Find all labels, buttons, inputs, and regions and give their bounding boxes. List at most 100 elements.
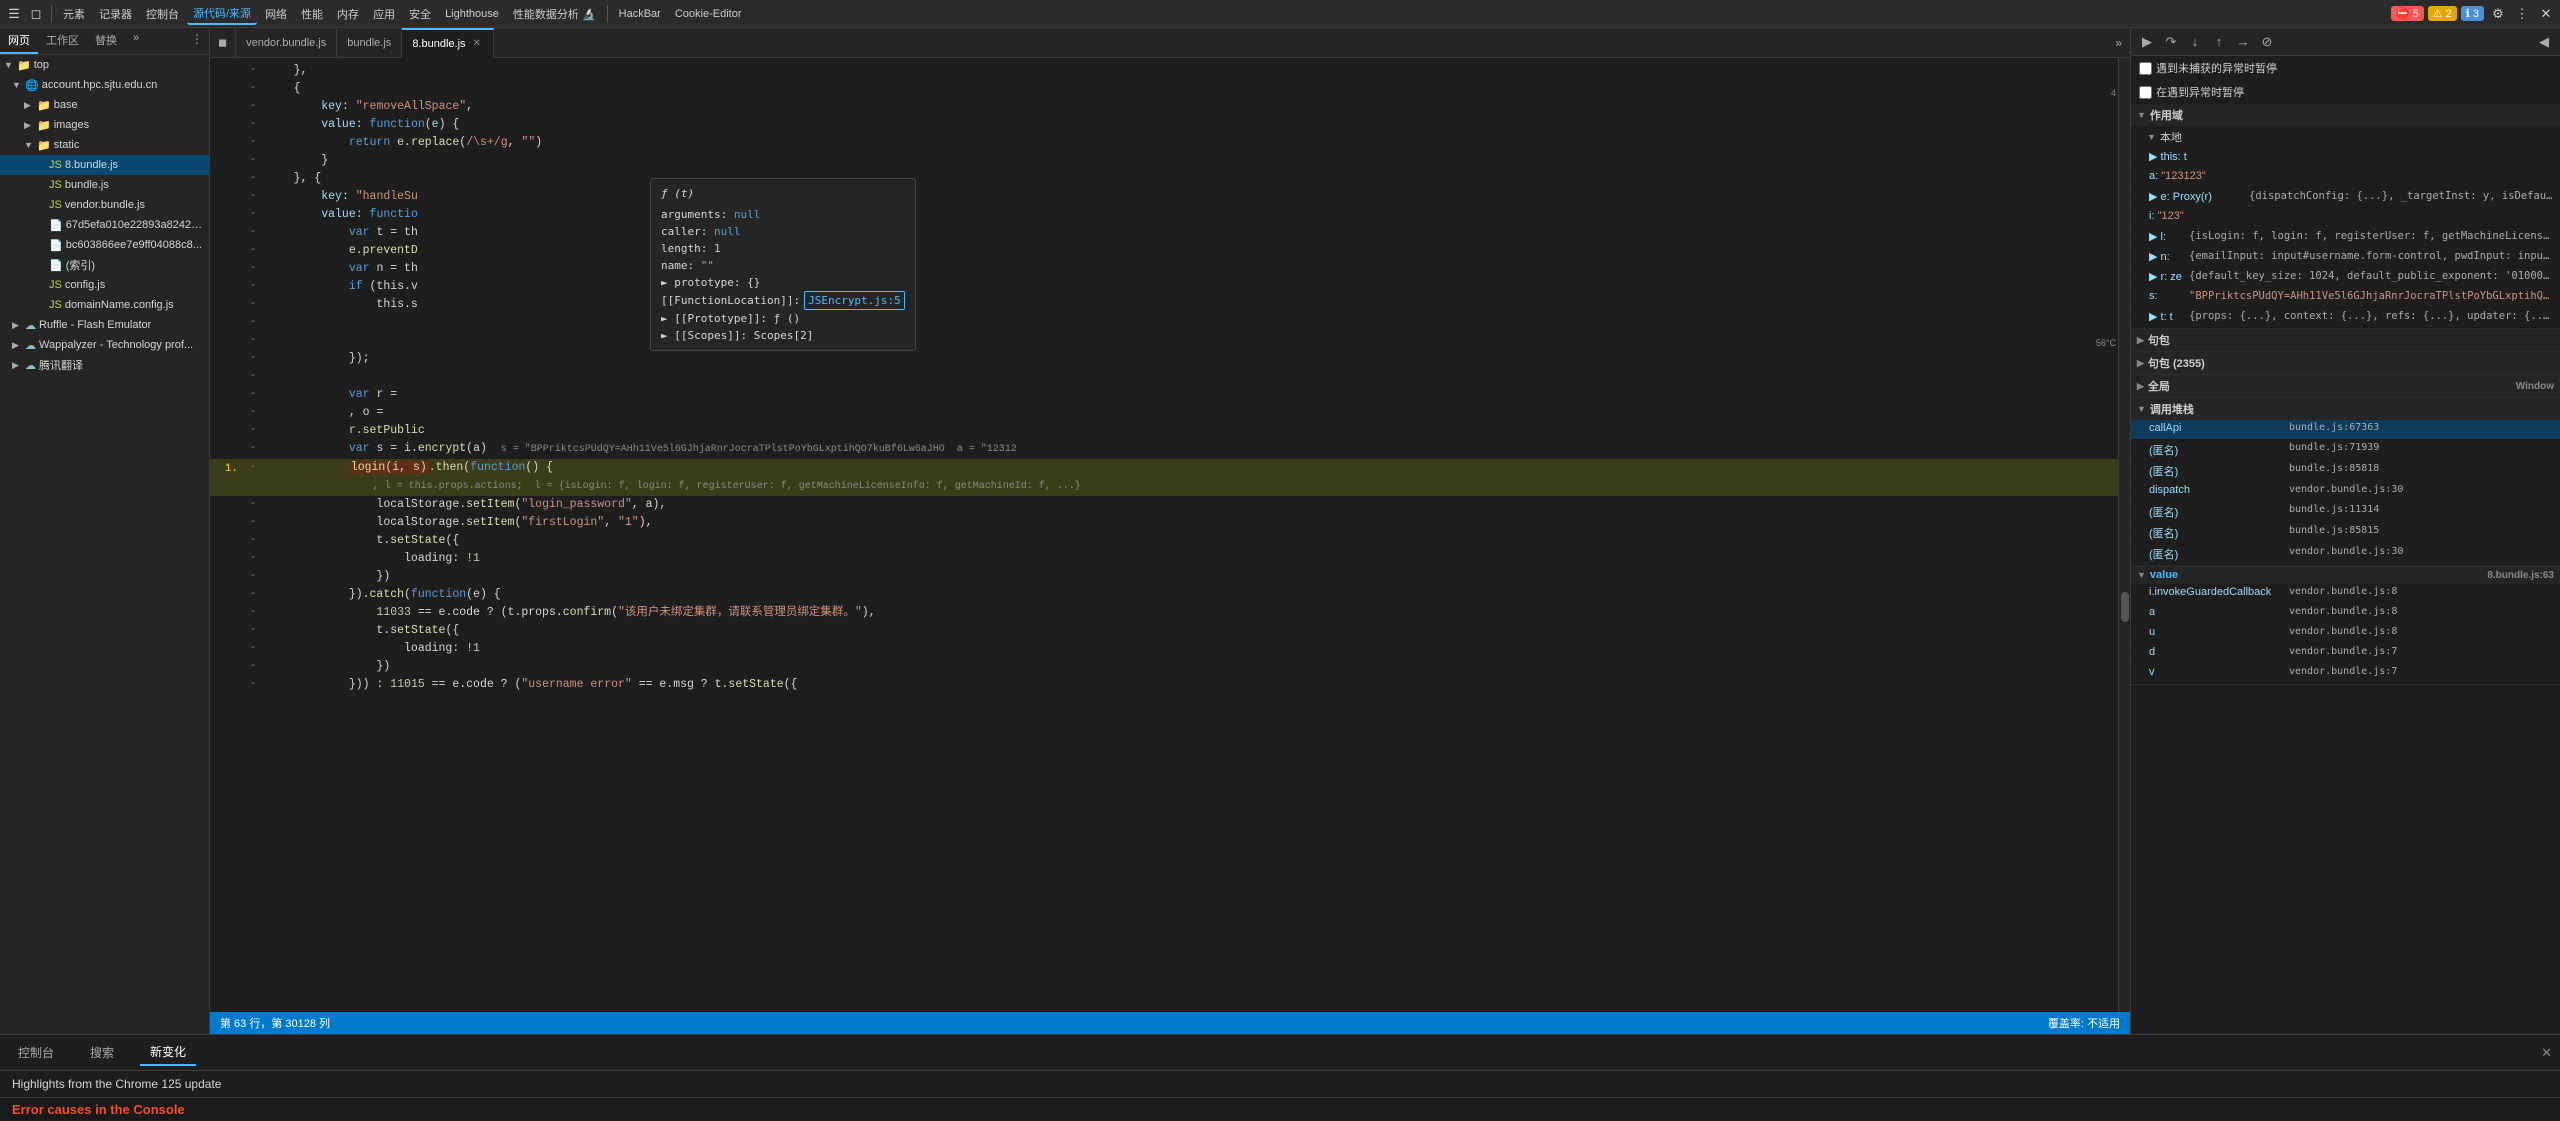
code-line: - }); (210, 350, 2130, 368)
tree-item-8bundle[interactable]: JS 8.bundle.js (0, 155, 209, 175)
tree-item-images[interactable]: ▶ 📁 images (0, 115, 209, 135)
pause-caught-checkbox[interactable] (2139, 86, 2152, 99)
elements-btn[interactable]: 元素 (57, 4, 91, 24)
tree-item-vendor[interactable]: JS vendor.bundle.js (0, 195, 209, 215)
value-key-a: a (2149, 606, 2289, 618)
callstack-row-anon2[interactable]: (匿名) bundle.js:85818 (2131, 461, 2560, 482)
tree-item-base[interactable]: ▶ 📁 base (0, 95, 209, 115)
tree-item-top[interactable]: ▼ 📁 top (0, 55, 209, 75)
file-icon-vendor: JS (49, 199, 62, 211)
tree-label-67d5: 67d5efa010e22893a82428... (66, 219, 205, 231)
sidebar-tab-overrides[interactable]: 替换 (87, 28, 125, 54)
network-btn[interactable]: 网络 (259, 4, 293, 24)
folder-icon-images: 📁 (37, 119, 51, 132)
callstack-header[interactable]: ▼ 调用堆栈 (2131, 398, 2560, 420)
value-header[interactable]: ▼ value 8.bundle.js:63 (2131, 566, 2560, 584)
value-row-u[interactable]: u vendor.bundle.js:8 (2131, 624, 2560, 644)
callstack-row-callapi[interactable]: callApi bundle.js:67363 (2131, 420, 2560, 440)
application-btn[interactable]: 应用 (367, 4, 401, 24)
scrollbar-thumb[interactable] (2121, 592, 2129, 622)
closure2-header[interactable]: ▶ 句包 (2355) (2131, 352, 2560, 374)
sidebar-tab-more[interactable]: » (125, 28, 147, 54)
bottom-tab-changes[interactable]: 新变化 (140, 1039, 196, 1066)
code-content: - }, - { - key: "removeAllSpace", - (210, 58, 2130, 698)
deactivate-btn[interactable]: ⊘ (2257, 32, 2277, 52)
value-row-invoke[interactable]: i.invokeGuardedCallback vendor.bundle.js… (2131, 584, 2560, 604)
right-panel-content[interactable]: 遇到未捕获的异常时暂停 在遇到异常时暂停 ▼ 作用域 ▼ 本地 ▶ (2131, 56, 2560, 1034)
callstack-row-anon4[interactable]: (匿名) bundle.js:85815 (2131, 523, 2560, 544)
tree-item-bc60[interactable]: 📄 bc603866ee7e9ff04088c8... (0, 235, 209, 255)
global-header[interactable]: ▶ 全局 Window (2131, 375, 2560, 397)
settings-icon[interactable]: ⚙ (2488, 4, 2508, 24)
callstack-row-anon3[interactable]: (匿名) bundle.js:11314 (2131, 502, 2560, 523)
tree-item-account[interactable]: ▼ 🌐 account.hpc.sjtu.edu.cn (0, 75, 209, 95)
hackbar-btn[interactable]: HackBar (613, 6, 667, 22)
scope-row-a: a: "123123" (2131, 168, 2560, 188)
close-devtools-icon[interactable]: ✕ (2536, 4, 2556, 24)
tree-label-images: images (54, 119, 89, 131)
tab-more-btn[interactable]: » (2107, 36, 2130, 50)
tree-item-ruffle[interactable]: ▶ ☁ Ruffle - Flash Emulator (0, 315, 209, 335)
code-line: - e.preventD (210, 242, 2130, 260)
value-row-v[interactable]: v vendor.bundle.js:7 (2131, 664, 2560, 684)
tooltip-link[interactable]: JSEncrypt.js:5 (804, 291, 905, 310)
tree-item-bundle[interactable]: JS bundle.js (0, 175, 209, 195)
tree-item-tencent[interactable]: ▶ ☁ 腾讯翻译 (0, 355, 209, 375)
performance-btn[interactable]: 性能 (295, 4, 329, 24)
callstack-row-dispatch[interactable]: dispatch vendor.bundle.js:30 (2131, 482, 2560, 502)
devtools-menu-icon[interactable]: ☰ (4, 4, 24, 24)
local-scope-header[interactable]: ▼ 本地 (2131, 126, 2560, 148)
lighthouse-btn[interactable]: Lighthouse (439, 6, 505, 22)
tree-item-domain[interactable]: JS domainName.config.js (0, 295, 209, 315)
tree-item-index[interactable]: 📄 (索引) (0, 255, 209, 275)
cookie-editor-btn[interactable]: Cookie-Editor (669, 6, 748, 22)
console-btn[interactable]: 控制台 (140, 4, 185, 24)
tooltip-arguments: arguments: null (661, 206, 905, 223)
collapse-panel-btn[interactable]: ◀ (2534, 32, 2554, 52)
perf-insights-btn[interactable]: 性能数据分析 🔬 (507, 4, 602, 24)
value-loc-a: vendor.bundle.js:8 (2289, 606, 2554, 617)
tree-item-67d5[interactable]: 📄 67d5efa010e22893a82428... (0, 215, 209, 235)
file-tab-8bundle[interactable]: 8.bundle.js ✕ (402, 28, 494, 58)
close-bottom-icon[interactable]: ✕ (2541, 1045, 2552, 1061)
dock-icon[interactable]: ◻ (26, 4, 46, 24)
tree-item-static[interactable]: ▼ 📁 static (0, 135, 209, 155)
scope-key-l: ▶ l: (2149, 230, 2189, 243)
tooltip-fn-location[interactable]: [[FunctionLocation]]: JSEncrypt.js:5 (661, 291, 905, 310)
file-tab-vendor[interactable]: vendor.bundle.js (236, 28, 337, 58)
sidebar-tab-webpage[interactable]: 网页 (0, 28, 38, 54)
step-into-btn[interactable]: ↓ (2185, 32, 2205, 52)
scrollbar-track[interactable]: 4 56°C (2118, 58, 2130, 1012)
tab-close-8bundle[interactable]: ✕ (471, 37, 483, 50)
code-line: - }) (210, 568, 2130, 586)
more-options-icon[interactable]: ⋮ (2512, 4, 2532, 24)
step-over-btn[interactable]: ↷ (2161, 32, 2181, 52)
bottom-tab-search[interactable]: 搜索 (80, 1040, 124, 1065)
scope-row-r: ▶ r: ze {default_key_size: 1024, default… (2131, 268, 2560, 288)
bottom-tab-console[interactable]: 控制台 (8, 1040, 64, 1065)
memory-btn[interactable]: 内存 (331, 4, 365, 24)
tree-item-config[interactable]: JS config.js (0, 275, 209, 295)
resume-btn[interactable]: ▶ (2137, 32, 2157, 52)
tab-label-8bundle: 8.bundle.js (412, 38, 465, 50)
step-btn[interactable]: → (2233, 32, 2253, 52)
step-out-btn[interactable]: ↑ (2209, 32, 2229, 52)
callstack-row-anon5[interactable]: (匿名) vendor.bundle.js:30 (2131, 544, 2560, 565)
scope-section-header[interactable]: ▼ 作用域 (2131, 104, 2560, 126)
value-row-a[interactable]: a vendor.bundle.js:8 (2131, 604, 2560, 624)
closure-header[interactable]: ▶ 句包 (2131, 329, 2560, 351)
sidebar-tab-workspace[interactable]: 工作区 (38, 28, 87, 54)
callstack-row-anon1[interactable]: (匿名) bundle.js:71939 (2131, 440, 2560, 461)
security-btn[interactable]: 安全 (403, 4, 437, 24)
file-tab-bundle[interactable]: bundle.js (337, 28, 402, 58)
sidebar-more-icon[interactable]: ⋮ (185, 28, 209, 54)
code-line: - (210, 368, 2130, 386)
tree-arrow-wapp: ▶ (12, 340, 22, 351)
recorder-btn[interactable]: 记录器 (93, 4, 138, 24)
code-area[interactable]: - }, - { - key: "removeAllSpace", - (210, 58, 2130, 1012)
sources-btn[interactable]: 源代码/来源 (187, 3, 257, 25)
pause-uncaught-checkbox[interactable] (2139, 62, 2152, 75)
tree-item-wapp[interactable]: ▶ ☁ Wappalyzer - Technology prof... (0, 335, 209, 355)
value-row-d[interactable]: d vendor.bundle.js:7 (2131, 644, 2560, 664)
panel-toggle-btn[interactable]: ◼ (210, 28, 236, 58)
